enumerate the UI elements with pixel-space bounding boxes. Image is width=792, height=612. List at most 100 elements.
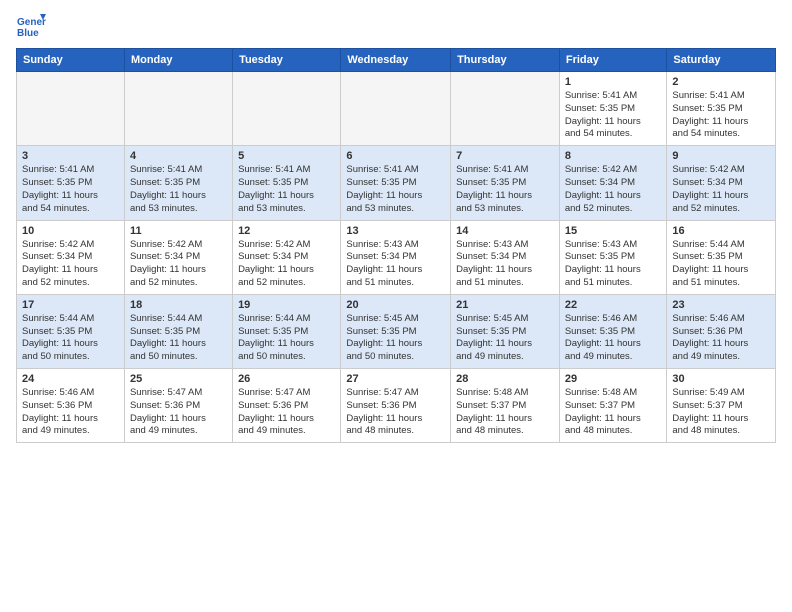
day-info-text: Sunrise: 5:47 AM Sunset: 5:36 PM Dayligh…: [346, 387, 445, 438]
calendar-day-cell: [233, 72, 341, 146]
calendar-day-cell: 18 Sunrise: 5:44 AM Sunset: 5:35 PM Dayli…: [124, 294, 232, 368]
calendar-day-cell: 12 Sunrise: 5:42 AM Sunset: 5:34 PM Dayli…: [233, 220, 341, 294]
calendar-day-cell: 22 Sunrise: 5:46 AM Sunset: 5:35 PM Dayli…: [559, 294, 667, 368]
calendar-day-cell: [341, 72, 451, 146]
day-number: 2: [672, 76, 770, 88]
day-number: 29: [565, 373, 662, 385]
calendar-day-cell: 10 Sunrise: 5:42 AM Sunset: 5:34 PM Dayli…: [17, 220, 125, 294]
day-info-text: Sunrise: 5:47 AM Sunset: 5:36 PM Dayligh…: [130, 387, 227, 438]
day-info-text: Sunrise: 5:42 AM Sunset: 5:34 PM Dayligh…: [565, 164, 662, 215]
day-number: 28: [456, 373, 554, 385]
calendar-day-cell: 5Sunrise: 5:41 AM Sunset: 5:35 PM Daylig…: [233, 146, 341, 220]
svg-text:General: General: [17, 17, 46, 28]
calendar-day-cell: 16Sunrise: 5:44 AM Sunset: 5:35 PM Dayli…: [667, 220, 776, 294]
day-number: 8: [565, 150, 662, 162]
calendar-day-cell: 8 Sunrise: 5:42 AM Sunset: 5:34 PM Daylig…: [559, 146, 667, 220]
day-number: 25: [130, 373, 227, 385]
day-info-text: Sunrise: 5:45 AM Sunset: 5:35 PM Dayligh…: [346, 313, 445, 364]
day-number: 15: [565, 225, 662, 237]
day-info-text: Sunrise: 5:45 AM Sunset: 5:35 PM Dayligh…: [456, 313, 554, 364]
day-number: 10: [22, 225, 119, 237]
day-number: 18: [130, 299, 227, 311]
calendar-day-cell: 21 Sunrise: 5:45 AM Sunset: 5:35 PM Dayli…: [451, 294, 560, 368]
day-header-thursday: Thursday: [451, 49, 560, 72]
calendar-week-row: 10 Sunrise: 5:42 AM Sunset: 5:34 PM Dayli…: [17, 220, 776, 294]
calendar-table: SundayMondayTuesdayWednesdayThursdayFrid…: [16, 48, 776, 443]
calendar-day-cell: 11 Sunrise: 5:42 AM Sunset: 5:34 PM Dayli…: [124, 220, 232, 294]
calendar-header-row: SundayMondayTuesdayWednesdayThursdayFrid…: [17, 49, 776, 72]
day-info-text: Sunrise: 5:48 AM Sunset: 5:37 PM Dayligh…: [456, 387, 554, 438]
day-number: 16: [672, 225, 770, 237]
day-info-text: Sunrise: 5:41 AM Sunset: 5:35 PM Dayligh…: [346, 164, 445, 215]
day-info-text: Sunrise: 5:41 AM Sunset: 5:35 PM Dayligh…: [22, 164, 119, 215]
day-info-text: Sunrise: 5:42 AM Sunset: 5:34 PM Dayligh…: [672, 164, 770, 215]
day-number: 17: [22, 299, 119, 311]
day-number: 3: [22, 150, 119, 162]
calendar-week-row: 17 Sunrise: 5:44 AM Sunset: 5:35 PM Dayli…: [17, 294, 776, 368]
day-number: 22: [565, 299, 662, 311]
calendar-day-cell: 7 Sunrise: 5:41 AM Sunset: 5:35 PM Daylig…: [451, 146, 560, 220]
day-number: 26: [238, 373, 335, 385]
day-number: 20: [346, 299, 445, 311]
calendar-day-cell: 13Sunrise: 5:43 AM Sunset: 5:34 PM Dayli…: [341, 220, 451, 294]
calendar-day-cell: 26Sunrise: 5:47 AM Sunset: 5:36 PM Dayli…: [233, 369, 341, 443]
day-number: 23: [672, 299, 770, 311]
day-number: 7: [456, 150, 554, 162]
day-info-text: Sunrise: 5:42 AM Sunset: 5:34 PM Dayligh…: [22, 239, 119, 290]
calendar-day-cell: [451, 72, 560, 146]
day-info-text: Sunrise: 5:46 AM Sunset: 5:36 PM Dayligh…: [672, 313, 770, 364]
day-number: 14: [456, 225, 554, 237]
svg-text:Blue: Blue: [17, 28, 39, 39]
day-number: 21: [456, 299, 554, 311]
calendar-day-cell: 19 Sunrise: 5:44 AM Sunset: 5:35 PM Dayli…: [233, 294, 341, 368]
day-info-text: Sunrise: 5:41 AM Sunset: 5:35 PM Dayligh…: [672, 90, 770, 141]
logo: General Blue: [16, 12, 46, 42]
calendar-day-cell: 4 Sunrise: 5:41 AM Sunset: 5:35 PM Daylig…: [124, 146, 232, 220]
calendar-day-cell: 20 Sunrise: 5:45 AM Sunset: 5:35 PM Dayli…: [341, 294, 451, 368]
day-info-text: Sunrise: 5:42 AM Sunset: 5:34 PM Dayligh…: [238, 239, 335, 290]
day-info-text: Sunrise: 5:44 AM Sunset: 5:35 PM Dayligh…: [130, 313, 227, 364]
header: General Blue: [16, 12, 776, 42]
day-header-friday: Friday: [559, 49, 667, 72]
calendar-day-cell: 2 Sunrise: 5:41 AM Sunset: 5:35 PM Daylig…: [667, 72, 776, 146]
calendar-day-cell: 30 Sunrise: 5:49 AM Sunset: 5:37 PM Dayli…: [667, 369, 776, 443]
day-number: 19: [238, 299, 335, 311]
day-header-sunday: Sunday: [17, 49, 125, 72]
day-info-text: Sunrise: 5:48 AM Sunset: 5:37 PM Dayligh…: [565, 387, 662, 438]
calendar-day-cell: 14Sunrise: 5:43 AM Sunset: 5:34 PM Dayli…: [451, 220, 560, 294]
day-number: 30: [672, 373, 770, 385]
day-info-text: Sunrise: 5:41 AM Sunset: 5:35 PM Dayligh…: [238, 164, 335, 215]
day-info-text: Sunrise: 5:41 AM Sunset: 5:35 PM Dayligh…: [456, 164, 554, 215]
calendar-day-cell: 28 Sunrise: 5:48 AM Sunset: 5:37 PM Dayli…: [451, 369, 560, 443]
calendar-day-cell: 27 Sunrise: 5:47 AM Sunset: 5:36 PM Dayli…: [341, 369, 451, 443]
day-info-text: Sunrise: 5:44 AM Sunset: 5:35 PM Dayligh…: [22, 313, 119, 364]
day-number: 1: [565, 76, 662, 88]
day-number: 6: [346, 150, 445, 162]
calendar-day-cell: 1Sunrise: 5:41 AM Sunset: 5:35 PM Daylig…: [559, 72, 667, 146]
day-info-text: Sunrise: 5:49 AM Sunset: 5:37 PM Dayligh…: [672, 387, 770, 438]
day-header-saturday: Saturday: [667, 49, 776, 72]
day-number: 4: [130, 150, 227, 162]
day-header-monday: Monday: [124, 49, 232, 72]
day-number: 12: [238, 225, 335, 237]
day-info-text: Sunrise: 5:46 AM Sunset: 5:35 PM Dayligh…: [565, 313, 662, 364]
day-header-tuesday: Tuesday: [233, 49, 341, 72]
day-number: 9: [672, 150, 770, 162]
day-number: 11: [130, 225, 227, 237]
calendar-day-cell: 29 Sunrise: 5:48 AM Sunset: 5:37 PM Dayli…: [559, 369, 667, 443]
day-info-text: Sunrise: 5:42 AM Sunset: 5:34 PM Dayligh…: [130, 239, 227, 290]
day-info-text: Sunrise: 5:46 AM Sunset: 5:36 PM Dayligh…: [22, 387, 119, 438]
day-info-text: Sunrise: 5:41 AM Sunset: 5:35 PM Dayligh…: [130, 164, 227, 215]
calendar-day-cell: 15 Sunrise: 5:43 AM Sunset: 5:35 PM Dayli…: [559, 220, 667, 294]
page-container: General Blue SundayMondayTuesdayWednesda…: [0, 0, 792, 451]
calendar-day-cell: 3 Sunrise: 5:41 AM Sunset: 5:35 PM Daylig…: [17, 146, 125, 220]
day-info-text: Sunrise: 5:43 AM Sunset: 5:34 PM Dayligh…: [346, 239, 445, 290]
day-info-text: Sunrise: 5:43 AM Sunset: 5:35 PM Dayligh…: [565, 239, 662, 290]
day-number: 27: [346, 373, 445, 385]
day-number: 24: [22, 373, 119, 385]
calendar-day-cell: 9 Sunrise: 5:42 AM Sunset: 5:34 PM Daylig…: [667, 146, 776, 220]
calendar-day-cell: 23 Sunrise: 5:46 AM Sunset: 5:36 PM Dayli…: [667, 294, 776, 368]
day-header-wednesday: Wednesday: [341, 49, 451, 72]
day-info-text: Sunrise: 5:44 AM Sunset: 5:35 PM Dayligh…: [238, 313, 335, 364]
calendar-day-cell: 17 Sunrise: 5:44 AM Sunset: 5:35 PM Dayli…: [17, 294, 125, 368]
